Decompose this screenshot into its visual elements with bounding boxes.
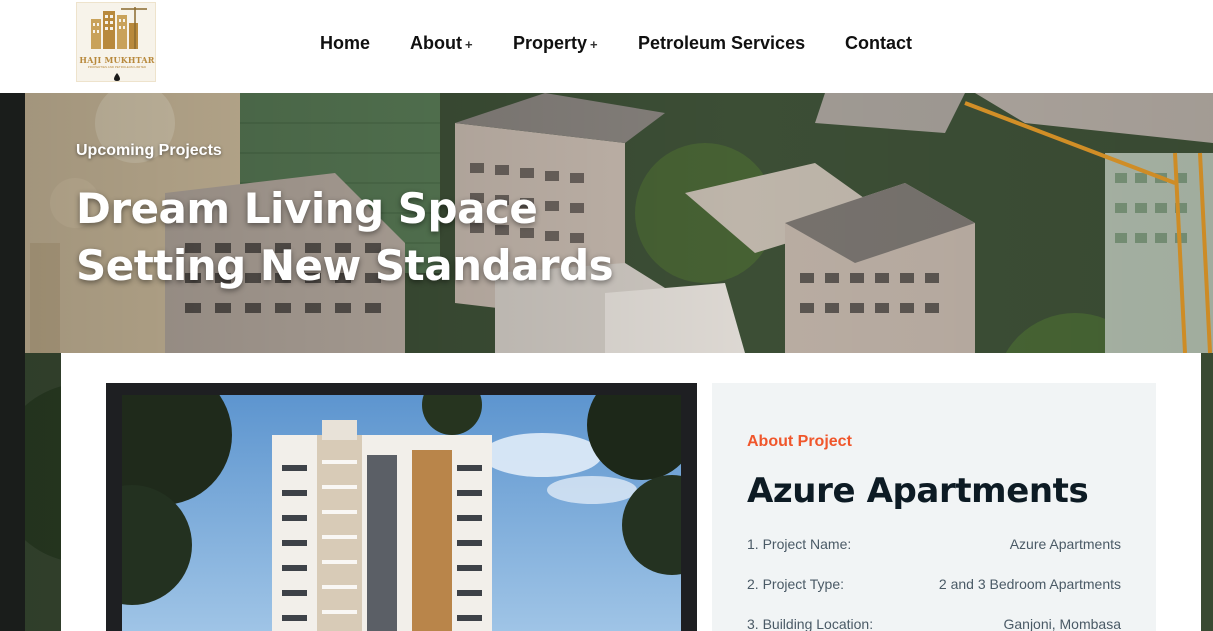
plus-icon: + [464, 37, 473, 52]
site-header: HAJI MUKHTAR PROPERTIES AND PETROLEUM LI… [0, 0, 1213, 93]
nav-contact-label: Contact [845, 33, 912, 53]
nav-property[interactable]: Property + [513, 30, 598, 58]
project-image[interactable] [122, 395, 681, 631]
nav-petroleum-services-label: Petroleum Services [638, 33, 806, 53]
project-title: Azure Apartments [747, 471, 1089, 511]
detail-value: Ganjoni, Mombasa [1003, 616, 1121, 631]
nav-home-label: Home [320, 33, 371, 53]
hero-title: Dream Living Space Setting New Standards [76, 180, 614, 294]
logo-name: HAJI MUKHTAR [79, 55, 155, 65]
nav-property-label: Property [513, 33, 588, 53]
detail-value: 2 and 3 Bedroom Apartments [938, 576, 1121, 592]
logo[interactable]: HAJI MUKHTAR PROPERTIES AND PETROLEUM LI… [76, 2, 156, 82]
apartment-tower-image [122, 395, 681, 631]
project-eyebrow: About Project [747, 433, 852, 450]
nav-about[interactable]: About + [410, 30, 473, 58]
nav-petroleum-services[interactable]: Petroleum Services [638, 30, 805, 56]
logo-building-icon [91, 7, 147, 81]
detail-key: 2. Project Type: [747, 576, 845, 592]
detail-key: 1. Project Name: [747, 536, 852, 552]
project-detail-row: 2. Project Type: 2 and 3 Bedroom Apartme… [747, 576, 1121, 596]
nav-contact[interactable]: Contact [845, 30, 912, 56]
project-detail-row: 3. Building Location: Ganjoni, Mombasa [747, 616, 1121, 631]
hero-edge-shadow [0, 93, 25, 631]
nav-home[interactable]: Home [320, 30, 370, 56]
hero-eyebrow: Upcoming Projects [76, 142, 222, 159]
nav-about-label: About [410, 33, 462, 53]
detail-key: 3. Building Location: [747, 616, 874, 631]
detail-value: Azure Apartments [1009, 536, 1121, 552]
logo-subtitle: PROPERTIES AND PETROLEUM LIMITED [87, 65, 147, 69]
hero-title-line-1: Dream Living Space [76, 184, 538, 233]
project-image-frame [106, 383, 697, 631]
project-detail-row: 1. Project Name: Azure Apartments [747, 536, 1121, 556]
plus-icon: + [590, 37, 598, 52]
hero-title-line-2: Setting New Standards [76, 241, 614, 290]
